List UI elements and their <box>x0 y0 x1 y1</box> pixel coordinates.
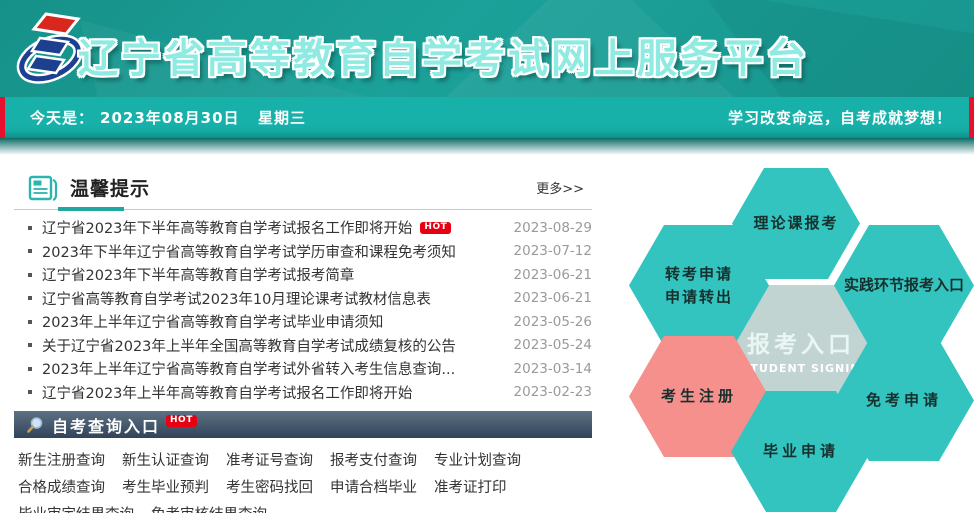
bullet-icon <box>28 296 32 300</box>
query-link[interactable]: 合格成绩查询 <box>18 476 105 497</box>
query-link[interactable]: 准考证打印 <box>434 476 507 497</box>
news-item: 关于辽宁省2023年上半年全国高等教育自学考试成绩复核的公告 2023-05-24 <box>14 334 592 358</box>
date-value: 2023年08月30日 <box>100 109 240 127</box>
accent-underline-decor <box>58 207 124 211</box>
news-item: 辽宁省2023年上半年高等教育自学考试报名工作即将开始 2023-02-23 <box>14 381 592 405</box>
site-header: 辽宁省高等教育自学考试网上服务平台 <box>0 0 974 97</box>
news-link[interactable]: 辽宁省高等教育自学考试2023年10月理论课考试教材信息表 <box>42 288 431 309</box>
more-link[interactable]: 更多>> <box>536 178 584 197</box>
news-link[interactable]: 辽宁省2023年下半年高等教育自学考试报名工作即将开始 <box>42 217 412 238</box>
newspaper-icon <box>28 174 58 202</box>
bullet-icon <box>28 343 32 347</box>
hot-badge: HOT <box>166 415 197 427</box>
news-link[interactable]: 2023年上半年辽宁省高等教育自学考试毕业申请须知 <box>42 311 383 332</box>
news-item: 2023年上半年辽宁省高等教育自学考试毕业申请须知 2023-05-26 <box>14 310 592 334</box>
news-item: 2023年上半年辽宁省高等教育自学考试外省转入考生信息查询... 2023-03-… <box>14 357 592 381</box>
hexagon-nav: 报考入口 STUDENT SIGNIN 理论课报考转考申请申请转出 实践环节报考入… <box>614 163 974 513</box>
hex-label: 实践环节报考入口 <box>844 274 964 297</box>
hot-badge: HOT <box>420 222 451 234</box>
news-link[interactable]: 辽宁省2023年下半年高等教育自学考试报考简章 <box>42 264 354 285</box>
news-date: 2023-06-21 <box>514 267 592 283</box>
bullet-icon <box>28 273 32 277</box>
tips-title: 温馨提示 <box>70 174 150 201</box>
today-date: 今天是： 2023年08月30日 星期三 <box>30 107 312 128</box>
weekday-value: 星期三 <box>258 109 306 127</box>
right-red-strip <box>969 97 974 138</box>
query-link[interactable]: 考生毕业预判 <box>122 476 209 497</box>
hex-label: 申请转出 <box>665 286 733 309</box>
news-item: 辽宁省高等教育自学考试2023年10月理论课考试教材信息表 2023-06-21 <box>14 287 592 311</box>
query-link[interactable]: 准考证号查询 <box>226 449 313 470</box>
bar-shadow-decor <box>0 138 974 158</box>
query-link-row: 毕业审定结果查询 免考审核结果查询 <box>18 500 592 513</box>
query-link-row: 新生注册查询新生认证查询准考证号查询报考支付查询专业计划查询 <box>18 446 592 473</box>
hex-label: 转考申请 <box>665 263 733 286</box>
news-date: 2023-05-26 <box>514 314 592 330</box>
news-date: 2023-05-24 <box>514 337 592 353</box>
slogan-text: 学习改变命运，自考成就梦想！ <box>728 107 952 128</box>
news-item: 2023年下半年辽宁省高等教育自学考试学历审查和课程免考须知 2023-07-12 <box>14 240 592 264</box>
query-entry-bar: 自考查询入口 HOT <box>14 411 592 438</box>
news-link[interactable]: 关于辽宁省2023年上半年全国高等教育自学考试成绩复核的公告 <box>42 335 456 356</box>
news-item: 辽宁省2023年下半年高等教育自学考试报考简章 2023-06-21 <box>14 263 592 287</box>
news-item: 辽宁省2023年下半年高等教育自学考试报名工作即将开始 HOT 2023-08-29 <box>14 216 592 240</box>
bullet-icon <box>28 367 32 371</box>
news-date: 2023-06-21 <box>514 290 592 306</box>
query-link[interactable]: 新生认证查询 <box>122 449 209 470</box>
bullet-icon <box>28 320 32 324</box>
query-link[interactable]: 新生注册查询 <box>18 449 105 470</box>
query-link[interactable]: 申请合档毕业 <box>330 476 417 497</box>
hex-label: 免考申请 <box>866 389 942 412</box>
signin-entry-sublabel: STUDENT SIGNIN <box>741 362 860 375</box>
tips-header: 温馨提示 更多>> <box>14 166 592 210</box>
page: 辽宁省高等教育自学考试网上服务平台 今天是： 2023年08月30日 星期三 学习… <box>0 0 974 513</box>
today-label: 今天是： <box>30 109 94 127</box>
date-bar: 今天是： 2023年08月30日 星期三 学习改变命运，自考成就梦想！ <box>0 97 974 138</box>
left-red-strip <box>0 97 5 138</box>
bullet-icon <box>28 390 32 394</box>
news-date: 2023-08-29 <box>514 220 592 236</box>
query-link-row: 合格成绩查询考生毕业预判考生密码找回申请合档毕业准考证打印 <box>18 473 592 500</box>
bullet-icon <box>28 249 32 253</box>
news-link[interactable]: 辽宁省2023年上半年高等教育自学考试报名工作即将开始 <box>42 382 412 403</box>
tips-panel: 温馨提示 更多>> 辽宁省2023年下半年高等教育自学考试报名工作即将开始 HOT… <box>14 166 592 513</box>
news-date: 2023-07-12 <box>514 243 592 259</box>
news-date: 2023-02-23 <box>514 384 592 400</box>
query-link[interactable]: 专业计划查询 <box>434 449 521 470</box>
news-list: 辽宁省2023年下半年高等教育自学考试报名工作即将开始 HOT 2023-08-29… <box>14 216 592 404</box>
query-links: 新生注册查询新生认证查询准考证号查询报考支付查询专业计划查询合格成绩查询考生毕业… <box>14 446 592 513</box>
news-link[interactable]: 2023年下半年辽宁省高等教育自学考试学历审查和课程免考须知 <box>42 241 456 262</box>
search-icon <box>26 416 44 434</box>
query-link[interactable]: 毕业审定结果查询 <box>18 503 134 513</box>
site-title: 辽宁省高等教育自学考试网上服务平台 <box>78 26 809 84</box>
news-link[interactable]: 2023年上半年辽宁省高等教育自学考试外省转入考生信息查询... <box>42 358 455 379</box>
query-entry-title: 自考查询入口 <box>52 413 160 437</box>
bullet-icon <box>28 226 32 230</box>
query-link[interactable]: 免考审核结果查询 <box>151 503 267 513</box>
hex-label: 理论课报考 <box>753 212 838 235</box>
hex-label: 毕业申请 <box>763 440 839 463</box>
query-link[interactable]: 考生密码找回 <box>226 476 313 497</box>
hex-label: 考生注册 <box>661 385 737 408</box>
signin-entry-label: 报考入口 <box>747 325 855 359</box>
query-link[interactable]: 报考支付查询 <box>330 449 417 470</box>
news-date: 2023-03-14 <box>514 361 592 377</box>
